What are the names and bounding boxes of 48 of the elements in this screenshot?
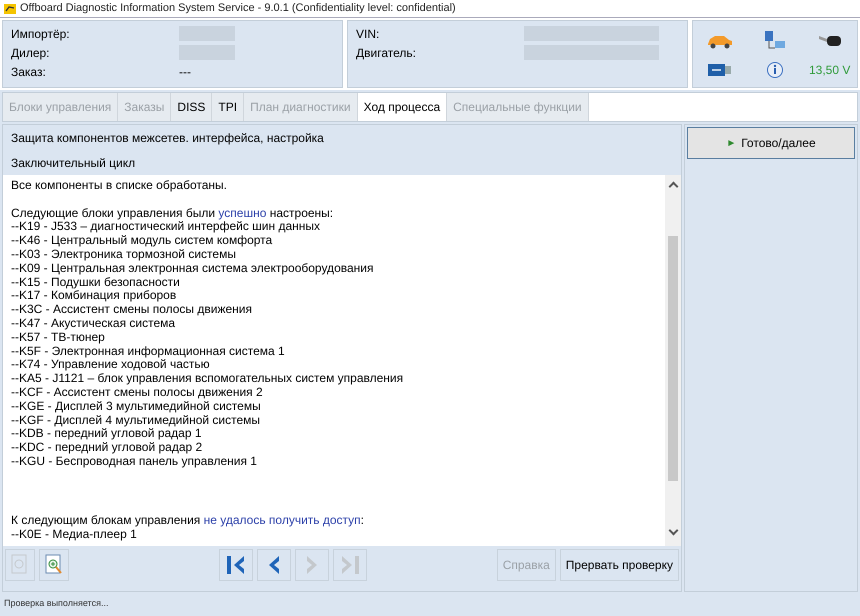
usb-icon bbox=[708, 62, 732, 76]
control-unit-line: --KCF - Ассистент смены полосы движения 2 bbox=[11, 386, 264, 400]
field-value: --- bbox=[179, 64, 191, 80]
control-unit-line: --KA5 - J1121 – блок управления вспомогательных систем управления bbox=[11, 372, 404, 386]
control-unit-line: --K15 - Подушки безопасности bbox=[11, 276, 181, 290]
control-unit-line: --K0E - Медиа-плеер 1 bbox=[11, 528, 138, 542]
prev-page-button[interactable] bbox=[257, 549, 291, 581]
control-unit-line: --K74 - Управление ходовой частью bbox=[11, 358, 210, 372]
done-next-button[interactable]: ► Готово/далее bbox=[687, 127, 855, 159]
control-unit-line: --KGE - Дисплей 3 мультимедийной системы bbox=[11, 400, 262, 414]
control-unit-line: --K19 - J533 – диагностический интерфейс шин данных bbox=[11, 220, 320, 234]
app-logo-icon bbox=[4, 4, 16, 14]
info-icon bbox=[766, 60, 784, 78]
window-title: Offboard Diagnostic Information System Service - 9.0.1 (Confidentiality level: confidential) bbox=[20, 1, 456, 16]
tab[interactable]: TPI bbox=[212, 93, 244, 121]
control-unit-line: --KGF - Дисплей 4 мультимедийной системы bbox=[11, 414, 262, 428]
network-computer-icon bbox=[762, 30, 787, 52]
first-page-button[interactable] bbox=[219, 549, 253, 581]
control-unit-line: --K3C - Ассистент смены полосы движения bbox=[11, 303, 253, 317]
control-unit-line: --KDB - передний угловой радар 1 bbox=[11, 427, 202, 442]
play-icon: ► bbox=[726, 136, 736, 150]
scrollbar[interactable] bbox=[665, 175, 681, 546]
control-unit-line: --K5F - Электронная информационная система 1 bbox=[11, 344, 286, 358]
abort-button[interactable]: Прервать проверку bbox=[560, 549, 679, 581]
report-paragraph: К следующим блокам управления не удалось получить доступ: bbox=[11, 514, 366, 528]
status-text: Проверка выполняется... bbox=[4, 597, 108, 610]
button-label: Готово/далее bbox=[741, 135, 816, 152]
control-unit-line: --K17 - Комбинация приборов bbox=[11, 289, 178, 304]
zoom-in-icon bbox=[45, 554, 63, 576]
field-label: Заказ: bbox=[11, 64, 47, 80]
control-unit-line: --K09 - Центральная электронная система электрооборудования bbox=[11, 262, 374, 276]
control-unit-line: --K57 - ТВ-тюнер bbox=[11, 330, 106, 345]
zoom-out-icon bbox=[11, 554, 29, 576]
control-unit-line: --KGU - Беспроводная панель управления 1 bbox=[11, 454, 258, 469]
report-paragraph: Все компоненты в списке обработаны. bbox=[11, 179, 228, 193]
field-label: Двигатель: bbox=[356, 44, 417, 62]
field-label: VIN: bbox=[356, 26, 380, 42]
scrollbar-thumb[interactable] bbox=[668, 236, 678, 481]
control-unit-line: --K46 - Центральный модуль систем комфорта bbox=[11, 234, 274, 248]
voltage-reading: 13,50 V bbox=[808, 62, 850, 78]
zoom-in-button[interactable] bbox=[39, 549, 69, 581]
tab[interactable]: DISS bbox=[171, 93, 212, 121]
control-unit-line: --K47 - Акустическая система bbox=[11, 316, 176, 331]
field-label: Импортёр: bbox=[11, 26, 71, 42]
control-unit-line: --K03 - Электроника тормозной системы bbox=[11, 248, 237, 262]
field-label: Дилер: bbox=[11, 44, 51, 62]
control-unit-line: --KDC - передний угловой радар 2 bbox=[11, 441, 204, 455]
report-paragraph: Следующие блоки управления были успешно настроены: bbox=[11, 206, 334, 220]
